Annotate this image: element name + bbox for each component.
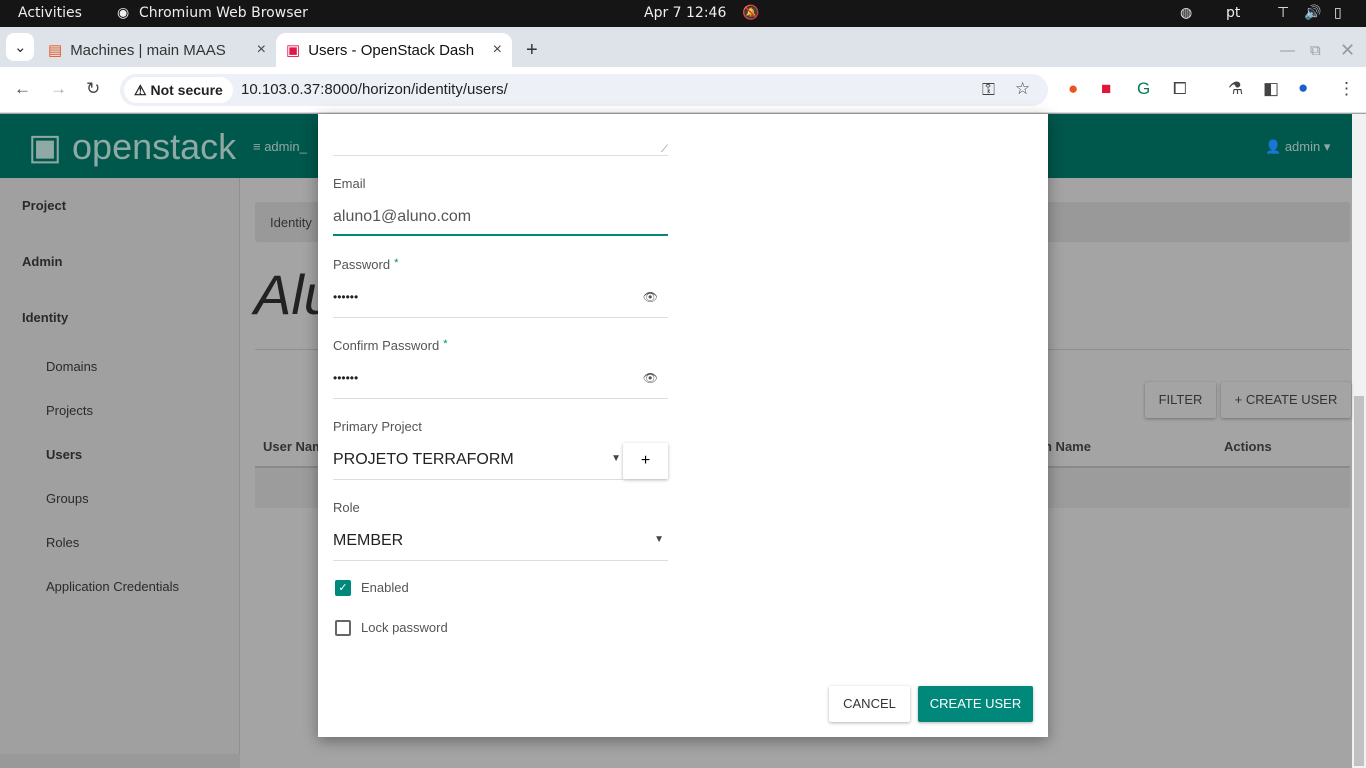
tab-maas[interactable]: ▤ Machines | main MAAS × [38, 33, 276, 67]
description-textarea[interactable]: ⟋ [333, 114, 668, 156]
sidebar-item-domains[interactable]: Domains [46, 359, 97, 374]
password-label: Password * [333, 257, 399, 272]
confirm-password-field[interactable]: •••••• 👁 [333, 371, 668, 399]
cancel-button[interactable]: CANCEL [829, 686, 910, 722]
primary-project-select[interactable]: PROJETO TERRAFORM ▼ [333, 451, 623, 480]
tab-search-button[interactable]: ⌄ [6, 33, 34, 61]
menu-icon[interactable]: ⋮ [1338, 79, 1355, 99]
extension-icon[interactable]: ■ [1101, 79, 1111, 99]
scrollbar[interactable] [1352, 114, 1366, 768]
caret-down-icon: ▼ [654, 534, 664, 545]
sidebar-item-users[interactable]: Users [46, 447, 82, 462]
new-tab-button[interactable]: + [516, 33, 548, 67]
clock[interactable]: Apr 7 12:46 [644, 5, 726, 21]
create-user-submit-button[interactable]: CREATE USER [918, 686, 1033, 722]
battery-icon[interactable]: ▯ [1334, 5, 1342, 21]
enabled-label[interactable]: Enabled [361, 580, 409, 595]
column-header-actions: Actions [1224, 439, 1272, 454]
sidebar-item-application-credentials[interactable]: Application Credentials [46, 579, 179, 594]
url-text[interactable]: 10.103.0.37:8000/horizon/identity/users/ [241, 81, 508, 98]
sidebar: Project Admin Identity Domains Projects … [0, 178, 240, 768]
add-project-button[interactable]: + [623, 443, 668, 479]
notifications-off-icon: 🔕 [742, 5, 760, 21]
sidebar-item-project[interactable]: Project [22, 198, 66, 213]
warning-icon: ⚠ [134, 82, 151, 98]
reload-icon[interactable]: ↻ [86, 79, 100, 99]
tab-strip: ⌄ ▤ Machines | main MAAS × ▣ Users - Ope… [0, 27, 1366, 67]
column-header-user-name[interactable]: User Nam [263, 439, 324, 454]
show-password-eye-icon[interactable]: 👁 [643, 290, 658, 304]
activities-button[interactable]: Activities [18, 5, 82, 21]
resize-handle-icon[interactable]: ⟋ [661, 144, 668, 155]
horizontal-scrollbar[interactable] [0, 754, 240, 768]
address-bar[interactable]: ⚠ Not secure 10.103.0.37:8000/horizon/id… [120, 74, 1048, 106]
filter-button[interactable]: FILTER [1145, 382, 1216, 418]
openstack-logo[interactable]: ▣ openstack [28, 126, 236, 168]
sidebar-item-projects[interactable]: Projects [46, 403, 93, 418]
maximize-button[interactable]: ⧉ [1300, 33, 1331, 67]
openstack-icon: ▣ [286, 42, 301, 59]
vpn-icon[interactable]: ◍ [1180, 5, 1192, 21]
back-icon[interactable]: ← [14, 79, 31, 99]
grammarly-icon[interactable]: G [1137, 79, 1150, 99]
email-label: Email [333, 176, 366, 191]
app-name: Chromium Web Browser [139, 5, 308, 21]
sidebar-item-groups[interactable]: Groups [46, 491, 89, 506]
maas-icon: ▤ [48, 42, 63, 59]
sidebar-item-admin[interactable]: Admin [22, 254, 62, 269]
close-window-button[interactable]: ✕ [1330, 33, 1365, 67]
lock-password-checkbox[interactable] [335, 620, 351, 636]
security-chip[interactable]: ⚠ Not secure [124, 77, 233, 103]
role-label: Role [333, 500, 360, 515]
create-user-button[interactable]: + CREATE USER [1221, 382, 1351, 418]
user-menu[interactable]: 👤 admin ▾ [1265, 139, 1330, 155]
password-field[interactable]: •••••• 👁 [333, 290, 668, 318]
project-selector[interactable]: ≡ admin_ [253, 139, 307, 154]
lock-password-label[interactable]: Lock password [361, 620, 448, 635]
bookmark-star-icon[interactable]: ☆ [1015, 79, 1030, 99]
close-tab-icon[interactable]: × [257, 41, 266, 59]
close-tab-icon[interactable]: × [493, 41, 502, 59]
show-password-eye-icon[interactable]: 👁 [643, 371, 658, 385]
email-field[interactable]: aluno1@aluno.com [333, 208, 668, 236]
extensions-icon[interactable]: ⧠ [1173, 79, 1187, 99]
network-icon[interactable]: ⊤ [1277, 5, 1289, 21]
chromium-icon: ◉ [117, 5, 130, 21]
volume-icon[interactable]: 🔊 [1304, 5, 1321, 21]
tab-openstack[interactable]: ▣ Users - OpenStack Dash × [276, 33, 512, 67]
os-top-bar: Activities ◉ Chromium Web Browser Apr 7 … [0, 0, 1366, 27]
column-header-domain-name[interactable]: n Name [1044, 439, 1091, 454]
sidebar-item-identity[interactable]: Identity [22, 310, 68, 325]
sidebar-item-roles[interactable]: Roles [46, 535, 79, 550]
forward-icon[interactable]: → [50, 79, 67, 99]
language-indicator[interactable]: pt [1226, 5, 1240, 21]
logo-mark-icon: ▣ [28, 126, 63, 167]
primary-project-label: Primary Project [333, 419, 422, 434]
confirm-password-label: Confirm Password * [333, 338, 448, 353]
profile-avatar[interactable]: ● [1298, 78, 1308, 98]
labs-icon[interactable]: ⚗ [1228, 79, 1243, 99]
enabled-checkbox[interactable]: ✓ [335, 580, 351, 596]
side-panel-icon[interactable]: ◧ [1263, 79, 1279, 99]
extension-icon[interactable]: ● [1068, 79, 1078, 99]
role-select[interactable]: MEMBER ▼ [333, 532, 668, 561]
key-icon[interactable]: ⚿ [982, 80, 995, 100]
caret-down-icon: ▼ [611, 453, 621, 464]
create-user-modal: ⟋ Email aluno1@aluno.com Password * •••••… [318, 114, 1048, 737]
